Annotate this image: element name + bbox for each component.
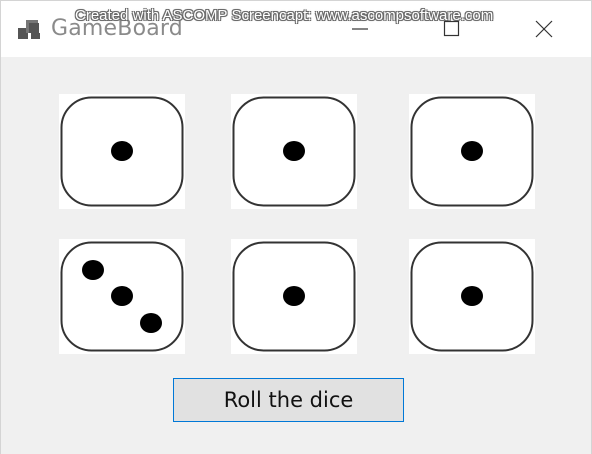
die-5: [231, 239, 357, 354]
title-bar[interactable]: GameBoard Created with ASCOMP Screencapt…: [1, 1, 591, 57]
maximize-button[interactable]: [429, 1, 475, 57]
minimize-icon: [352, 28, 368, 30]
die-6: [409, 239, 535, 354]
close-button[interactable]: [521, 1, 567, 57]
die-face-1-icon: [60, 96, 184, 207]
die-face-3-icon: [60, 241, 184, 352]
die-4: [59, 239, 185, 354]
die-face-1-icon: [232, 241, 356, 352]
die-pip: [111, 141, 133, 161]
die-pip: [111, 286, 133, 306]
gameboard-window: GameBoard Created with ASCOMP Screencapt…: [0, 0, 592, 454]
window-title: GameBoard: [51, 16, 183, 41]
die-face-1-icon: [232, 96, 356, 207]
die-1: [59, 94, 185, 209]
die-pip: [461, 141, 483, 161]
die-pip: [461, 286, 483, 306]
close-icon: [535, 20, 553, 38]
game-board: Roll the dice: [1, 57, 591, 454]
die-pip: [82, 260, 104, 280]
app-window-icon: [18, 20, 40, 39]
die-face-1-icon: [410, 96, 534, 207]
die-face-1-icon: [410, 241, 534, 352]
die-pip: [283, 141, 305, 161]
die-pip: [140, 313, 162, 333]
die-3: [409, 94, 535, 209]
die-2: [231, 94, 357, 209]
die-pip: [283, 286, 305, 306]
minimize-button[interactable]: [337, 1, 383, 57]
roll-dice-button[interactable]: Roll the dice: [173, 378, 404, 422]
maximize-icon: [443, 20, 460, 37]
